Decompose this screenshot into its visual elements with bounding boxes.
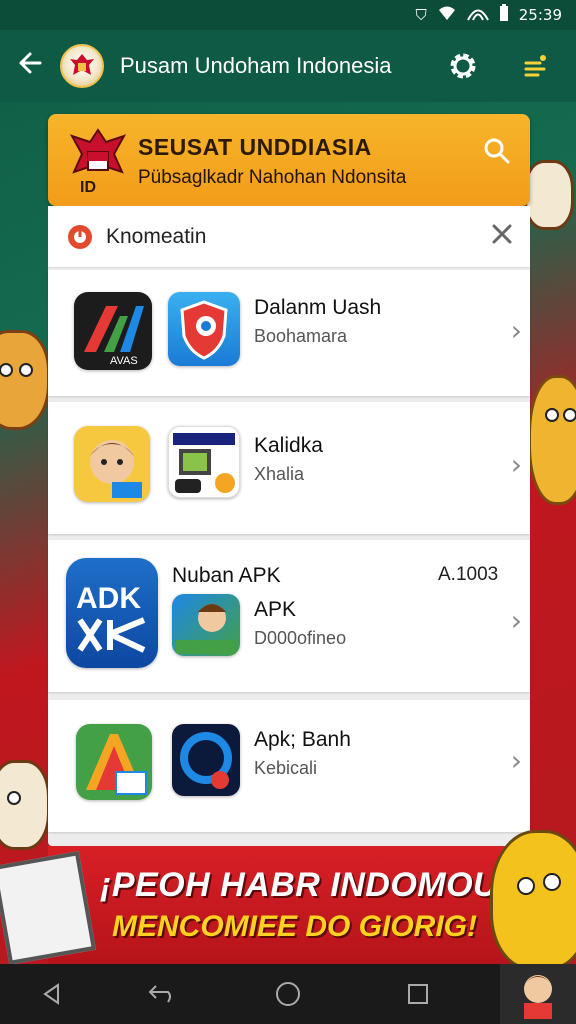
character-avatar-icon — [524, 975, 552, 1019]
app-icon-label: AVAS — [110, 355, 138, 367]
battery-icon — [499, 4, 509, 26]
circle-home-icon — [276, 982, 300, 1006]
chevron-right-icon: › — [510, 744, 522, 777]
shield-icon: ⛉ — [415, 6, 427, 24]
app-icon-tv — [168, 426, 240, 498]
garuda-emblem-icon: ID — [66, 126, 130, 196]
mascot-left-bottom — [0, 760, 50, 850]
app-icon-adk: ADK — [66, 558, 158, 668]
search-button[interactable] — [482, 136, 512, 166]
app-logo — [60, 44, 104, 88]
list-item[interactable]: Kalidka Xhalia › — [48, 402, 530, 534]
panel-title: Knomeatin — [106, 224, 207, 248]
header-banner: ID SEUSAT UNDDIASIA Pübsaglkadr Nahohan … — [48, 114, 530, 206]
list-item[interactable]: ADK Nuban APK A.1003 APK D000ofineo › — [48, 540, 530, 692]
nav-back-button[interactable] — [36, 978, 68, 1010]
promo-banner[interactable]: ¡PEOH HABR INDOMOU! MENCOMIEE DO GIORIG! — [48, 846, 530, 964]
app-subtitle: Xhalia — [254, 464, 305, 484]
close-icon — [492, 224, 512, 243]
mascot-right-top — [524, 160, 574, 230]
app-title-secondary: APK — [254, 598, 297, 621]
banner-title: SEUSAT UNDDIASIA — [138, 134, 372, 160]
list-item[interactable]: AVAS Dalanm Uash Boohamara › — [48, 270, 530, 396]
chevron-right-icon: › — [510, 448, 522, 481]
app-subtitle: Boohamara — [254, 326, 348, 346]
signal-icon — [466, 5, 489, 25]
status-bar: ⛉ 25:39 — [0, 0, 576, 30]
chalkboard-illustration — [0, 851, 97, 965]
promo-subheadline: MENCOMIEE DO GIORIG! — [112, 910, 478, 943]
list-item[interactable]: Apk; Banh Kebicali › — [48, 700, 530, 832]
menu-button[interactable] — [520, 51, 550, 81]
chevron-right-icon: › — [510, 604, 522, 637]
back-button[interactable] — [16, 49, 56, 84]
app-list-panel: Knomeatin AVAS Dalanm Uash Boohamara › K… — [48, 206, 530, 846]
mascot-left-top — [0, 330, 50, 430]
app-icon-shield — [168, 292, 240, 366]
menu-icon — [524, 55, 546, 77]
search-icon — [484, 138, 510, 164]
system-nav-bar — [0, 964, 576, 1024]
app-subtitle: Kebicali — [254, 758, 318, 778]
wifi-icon — [437, 5, 457, 25]
status-time: 25:39 — [518, 6, 562, 24]
version-label: A.1003 — [438, 564, 499, 585]
app-title: Kalidka — [254, 434, 323, 457]
panel-header: Knomeatin — [48, 206, 530, 268]
close-button[interactable] — [488, 222, 516, 252]
app-icon-avas: AVAS — [74, 292, 152, 370]
gear-icon — [450, 53, 476, 79]
shield-icon — [180, 300, 228, 360]
nav-undo-button[interactable] — [144, 978, 176, 1010]
promo-headline: ¡PEOH HABR INDOMOU! — [100, 866, 510, 904]
pin-icon — [68, 224, 92, 249]
banner-subtitle: Pübsaglkadr Nahohan Ndonsita — [138, 167, 407, 188]
nav-home-button[interactable] — [272, 978, 304, 1010]
square-recents-icon — [408, 984, 428, 1004]
triangle-back-icon — [43, 983, 59, 1005]
app-icon-apk-green — [76, 724, 152, 800]
app-title: Nuban APK — [172, 564, 281, 587]
app-title: Dalanm Uash — [254, 296, 382, 319]
app-subtitle: D000ofineo — [254, 628, 347, 648]
app-icon-apk-character — [172, 594, 240, 656]
app-icon-label: ADK — [76, 582, 141, 615]
chevron-right-icon: › — [510, 314, 522, 347]
app-icon-character — [74, 426, 150, 502]
nav-recents-button[interactable] — [402, 978, 434, 1010]
app-title: Apk; Banh — [254, 728, 351, 751]
mascot-right-bottom — [490, 830, 576, 970]
back-arrow-icon — [19, 52, 42, 73]
app-icon-ring — [172, 724, 240, 796]
app-title: Pusam Undoham Indonesia — [120, 53, 392, 78]
garuda-emblem-icon — [70, 54, 94, 75]
svg-text:ID: ID — [80, 179, 96, 196]
app-bar: Pusam Undoham Indonesia — [0, 30, 576, 102]
avatar[interactable] — [500, 964, 576, 1024]
mascot-right-middle — [528, 375, 576, 505]
settings-button[interactable] — [446, 49, 480, 83]
undo-icon — [148, 985, 171, 1003]
